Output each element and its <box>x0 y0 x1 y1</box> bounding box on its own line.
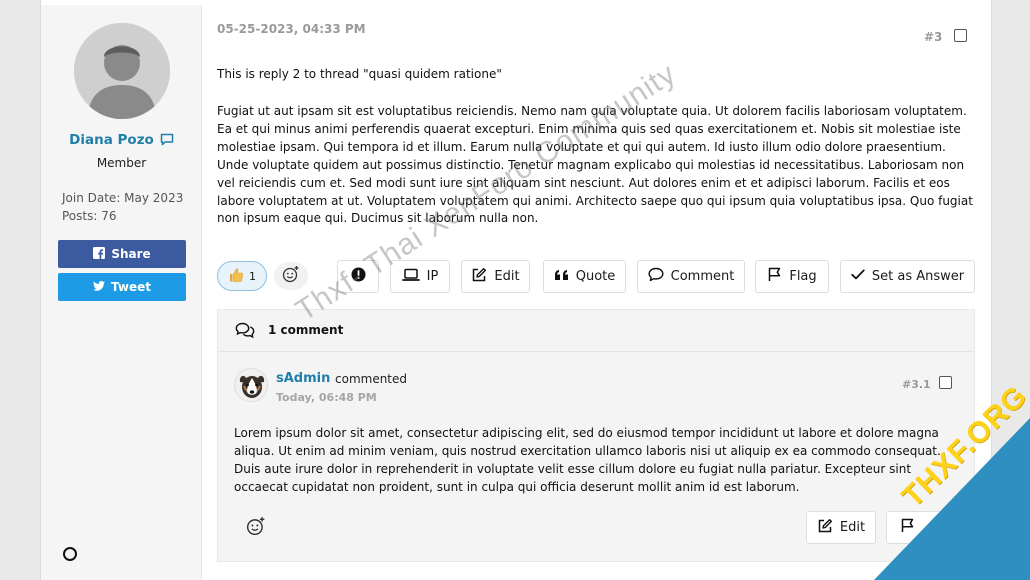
quote-icon <box>554 269 569 285</box>
flag-icon <box>767 267 782 286</box>
thumbs-up-icon <box>228 267 244 286</box>
post-date[interactable]: 05-25-2023, 04:33 PM <box>217 22 366 36</box>
comment-select-checkbox[interactable] <box>939 376 952 389</box>
comment-time[interactable]: Today, 06:48 PM <box>276 391 377 404</box>
comments-icon <box>235 322 255 343</box>
commenter-avatar[interactable] <box>234 368 268 402</box>
user-avatar[interactable] <box>74 23 170 119</box>
comment-number[interactable]: #3.1 <box>902 378 931 391</box>
online-status-icon <box>63 547 77 561</box>
set-as-answer-button[interactable]: Set as Answer <box>840 260 975 293</box>
flag-button[interactable]: Flag <box>755 260 829 293</box>
user-stats: Join Date: May 2023 Posts: 76 <box>62 189 183 225</box>
comment-add-reaction-button[interactable] <box>246 516 266 540</box>
twitter-icon <box>93 280 106 294</box>
checkmark-icon <box>851 269 865 284</box>
speech-bubble-icon <box>648 267 664 286</box>
pencil-square-icon <box>471 267 487 287</box>
user-sidebar: Diana Pozo Member Join Date: May 2023 Po… <box>41 5 202 580</box>
add-reaction-button[interactable] <box>274 262 308 290</box>
smiley-plus-icon <box>246 517 266 540</box>
comments-section: 1 comment sAdmin commented Today, 06:48 … <box>217 309 975 562</box>
comment-button[interactable]: Comment <box>637 260 745 293</box>
quote-button[interactable]: Quote <box>543 260 626 293</box>
edit-button[interactable]: Edit <box>461 260 530 293</box>
username-row: Diana Pozo <box>41 132 202 150</box>
tweet-button[interactable]: Tweet <box>58 273 186 301</box>
comments-header[interactable]: 1 comment <box>218 310 974 352</box>
commenter-name[interactable]: sAdmin <box>276 371 330 386</box>
laptop-icon <box>401 268 420 286</box>
pencil-square-icon <box>817 518 833 538</box>
comment-verb: commented <box>335 372 408 386</box>
post-select-checkbox[interactable] <box>954 29 967 42</box>
user-title: Member <box>96 156 147 170</box>
reaction-count: 1 <box>249 269 256 283</box>
reaction-summary[interactable]: 1 <box>217 261 267 291</box>
username-link[interactable]: Diana Pozo <box>69 132 154 148</box>
comment-edit-button[interactable]: Edit <box>806 511 876 544</box>
facebook-icon <box>93 246 106 262</box>
share-button[interactable]: Share <box>58 240 186 268</box>
comment-body: Lorem ipsum dolor sit amet, consectetur … <box>234 426 941 494</box>
join-date: Join Date: May 2023 <box>62 191 184 205</box>
site-badge: THXF.ORG <box>874 379 1030 580</box>
post-count: Posts: 76 <box>62 209 117 223</box>
post-number[interactable]: #3 <box>924 30 942 44</box>
chat-icon[interactable] <box>160 133 174 150</box>
post-title: This is reply 2 to thread "quasi quidem … <box>217 67 502 81</box>
smiley-plus-icon <box>282 265 300 287</box>
